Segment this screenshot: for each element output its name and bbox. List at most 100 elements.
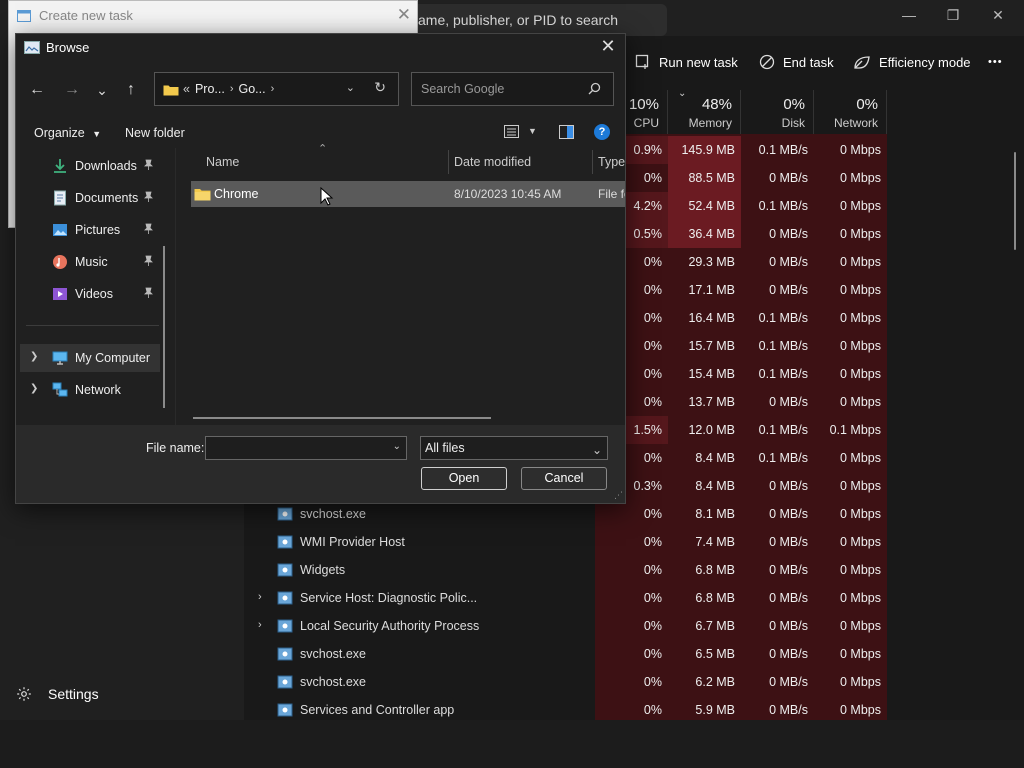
settings-nav-item[interactable]: Settings: [16, 686, 99, 702]
file-row[interactable]: Chrome 8/10/2023 10:45 AM File folder: [191, 181, 625, 207]
process-row[interactable]: › Service Host: Diagnostic Polic... 0% 6.8 …: [244, 584, 887, 612]
nav-item-documents[interactable]: Documents: [20, 184, 160, 212]
process-row[interactable]: svchost.exe 0% 6.2 MB 0 MB/s 0 Mbps: [244, 668, 887, 696]
file-type-filter[interactable]: All files ⌄: [420, 436, 608, 460]
file-name-dropdown-icon[interactable]: ⌄: [393, 441, 401, 452]
resize-grip-icon[interactable]: ⋰: [614, 490, 623, 501]
breadcrumb-google[interactable]: Go...: [239, 82, 266, 96]
network-column-header[interactable]: 0% Network: [814, 90, 887, 134]
expand-chevron-icon[interactable]: ›: [258, 619, 270, 633]
process-row[interactable]: Widgets 0% 6.8 MB 0 MB/s 0 Mbps: [244, 556, 887, 584]
view-dropdown-icon[interactable]: ▼: [528, 126, 537, 136]
search-input[interactable]: Search Google: [411, 72, 614, 106]
column-separator[interactable]: [448, 150, 449, 174]
memory-total: 48%: [701, 96, 732, 113]
close-button[interactable]: ✕: [986, 5, 1010, 25]
nav-item-label: Pictures: [75, 223, 121, 237]
music-icon: [53, 255, 67, 269]
address-dropdown-icon[interactable]: ⌄: [346, 81, 355, 94]
process-row[interactable]: svchost.exe 0% 6.5 MB 0 MB/s 0 Mbps: [244, 640, 887, 668]
network-value: 0 Mbps: [840, 143, 881, 157]
run-new-task-button[interactable]: Run new task: [635, 44, 738, 80]
taskbar-strip: [0, 720, 1024, 768]
open-button[interactable]: Open: [421, 467, 507, 490]
file-date-modified: 8/10/2023 10:45 AM: [454, 187, 562, 201]
address-bar[interactable]: « Pro... › Go... › ⌄ ↻: [154, 72, 399, 106]
disk-value: 0 MB/s: [769, 255, 808, 269]
more-options-button[interactable]: •••: [988, 44, 1003, 80]
new-folder-button[interactable]: New folder: [125, 126, 185, 140]
expand-chevron-icon[interactable]: ❯: [30, 351, 38, 362]
gear-icon: [17, 687, 31, 701]
memory-column-header[interactable]: 48% Memory: [668, 90, 741, 134]
process-list-scrollbar[interactable]: [1014, 152, 1016, 250]
organize-menu[interactable]: Organize ▼: [34, 126, 101, 140]
end-task-label: End task: [783, 54, 834, 70]
browse-titlebar: Browse: [24, 40, 89, 55]
forward-button[interactable]: →: [60, 79, 84, 101]
file-name-label: File name:: [146, 441, 205, 455]
memory-value: 52.4 MB: [688, 199, 735, 213]
memory-value: 6.8 MB: [695, 563, 735, 577]
help-icon[interactable]: ?: [594, 124, 610, 140]
browse-close-button[interactable]: ✕: [598, 36, 618, 56]
disk-value: 0.1 MB/s: [758, 311, 808, 325]
breadcrumb-programs[interactable]: Pro...: [195, 82, 225, 96]
pane-splitter[interactable]: [175, 148, 176, 425]
nav-item-my-computer[interactable]: ❯ My Computer: [20, 344, 160, 372]
date-modified-column-header[interactable]: Date modified: [454, 148, 531, 176]
expand-chevron-icon[interactable]: ›: [258, 591, 270, 605]
network-value: 0 Mbps: [840, 367, 881, 381]
file-name-input[interactable]: ⌄: [205, 436, 407, 460]
refresh-icon[interactable]: ↻: [374, 79, 386, 96]
file-name: Chrome: [214, 187, 259, 201]
process-row[interactable]: WMI Provider Host 0% 7.4 MB 0 MB/s 0 Mbps: [244, 528, 887, 556]
create-task-titlebar: Create new task: [17, 8, 133, 23]
recent-locations-button[interactable]: ⌄: [90, 79, 114, 101]
view-options-icon[interactable]: [504, 125, 520, 139]
breadcrumb-separator[interactable]: ›: [230, 83, 234, 95]
disk-value: 0.1 MB/s: [758, 367, 808, 381]
desktop-screen: ame, publisher, or PID to search — ❐ ✕ R…: [0, 0, 1024, 768]
minimize-button[interactable]: —: [897, 5, 921, 25]
name-column-header[interactable]: Name: [206, 148, 239, 176]
column-separator[interactable]: [592, 150, 593, 174]
preview-pane-icon[interactable]: [559, 125, 574, 139]
network-value: 0 Mbps: [840, 339, 881, 353]
overflow-chevron-icon[interactable]: «: [183, 82, 190, 96]
efficiency-mode-button[interactable]: Efficiency mode: [853, 44, 971, 80]
process-search-input[interactable]: ame, publisher, or PID to search: [405, 4, 667, 36]
disk-value: 0.1 MB/s: [758, 339, 808, 353]
cancel-button[interactable]: Cancel: [521, 467, 607, 490]
file-list-hscrollbar[interactable]: [193, 417, 491, 419]
process-name: Widgets: [300, 563, 346, 577]
end-task-button[interactable]: End task: [759, 44, 834, 80]
breadcrumb-separator[interactable]: ›: [271, 83, 275, 95]
disk-column-header[interactable]: 0% Disk: [741, 90, 814, 134]
network-value: 0 Mbps: [840, 479, 881, 493]
type-column-header[interactable]: Type: [598, 148, 625, 176]
memory-value: 8.1 MB: [695, 507, 735, 521]
nav-item-network[interactable]: ❯ Network: [20, 376, 160, 404]
create-task-title: Create new task: [39, 8, 133, 23]
nav-item-downloads[interactable]: Downloads: [20, 152, 160, 180]
memory-value: 12.0 MB: [688, 423, 735, 437]
nav-item-videos[interactable]: Videos: [20, 280, 160, 308]
disk-value: 0 MB/s: [769, 675, 808, 689]
process-row[interactable]: › Local Security Authority Process 0% 6.7 M…: [244, 612, 887, 640]
network-value: 0 Mbps: [840, 451, 881, 465]
nav-pane-scrollbar[interactable]: [163, 246, 165, 408]
create-task-close-button[interactable]: ✕: [397, 5, 411, 25]
maximize-button[interactable]: ❐: [941, 5, 965, 25]
pin-icon: [144, 191, 153, 205]
network-value: 0 Mbps: [840, 171, 881, 185]
nav-item-pictures[interactable]: Pictures: [20, 216, 160, 244]
disk-value: 0 MB/s: [769, 395, 808, 409]
process-row[interactable]: svchost.exe 0% 8.1 MB 0 MB/s 0 Mbps: [244, 500, 887, 528]
network-value: 0 Mbps: [840, 591, 881, 605]
expand-chevron-icon[interactable]: ❯: [30, 383, 38, 394]
organize-dropdown-icon: ▼: [92, 129, 102, 139]
up-button[interactable]: ↑: [119, 79, 143, 101]
back-button[interactable]: ←: [25, 79, 49, 101]
nav-item-music[interactable]: Music: [20, 248, 160, 276]
